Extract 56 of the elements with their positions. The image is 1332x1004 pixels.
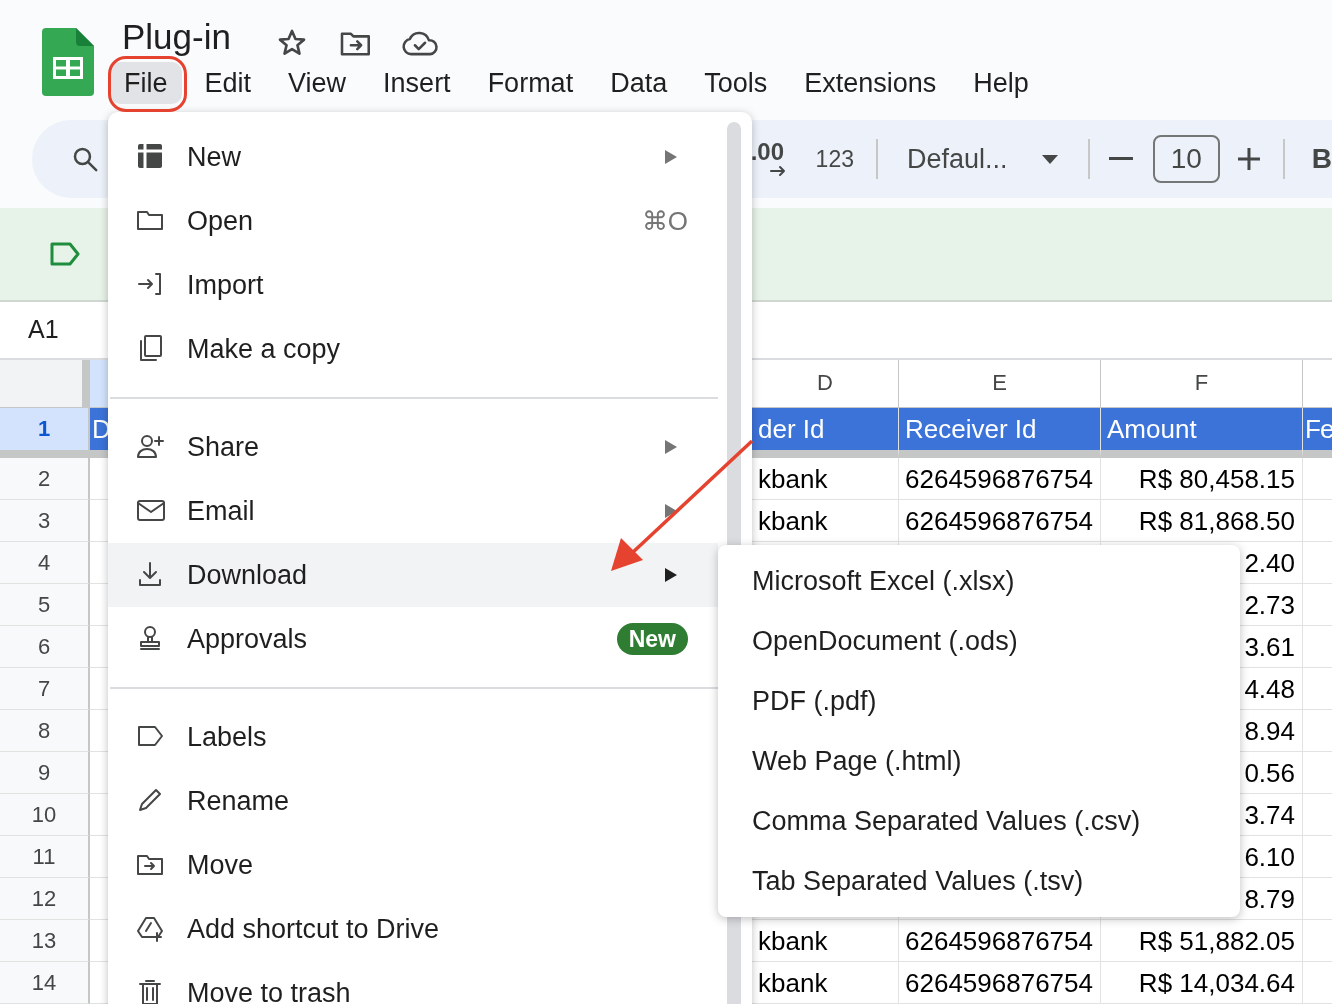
header-cell: Receiver Id [899,408,1101,458]
table-cell: 6264596876754 [899,458,1101,500]
spreadsheet-logo-icon [42,28,94,96]
row-number[interactable]: 3 [0,500,90,542]
row-number[interactable]: 10 [0,794,90,836]
table-cell: R$ 51,882.05 [1101,920,1303,962]
number-format-button[interactable]: 123 [815,141,854,177]
header-cell: Amount [1101,408,1303,458]
bold-button[interactable]: B [1311,138,1332,180]
document-title[interactable]: Plug-in [122,17,231,57]
row-number[interactable]: 7 [0,668,90,710]
header-cell: Fe [1303,408,1332,458]
row-number[interactable]: 1 [0,408,90,458]
cloud-check-icon[interactable] [401,30,439,58]
row-number[interactable]: 4 [0,542,90,584]
table-cell: 6264596876754 [899,962,1101,1004]
row-number[interactable]: 8 [0,710,90,752]
arrow-icon [768,165,787,177]
table-cell: R$ 80,458.15 [1101,458,1303,500]
menu-bar-item[interactable]: Insert [369,62,465,104]
folder-arrow-icon[interactable] [339,30,373,58]
header-cell: der Id [752,408,899,458]
menu-bar-item[interactable]: Data [596,62,682,104]
increase-decimal-button[interactable]: .00 [750,137,791,181]
table-cell: 6264596876754 [899,500,1101,542]
plus-icon[interactable] [1236,147,1261,171]
row-number[interactable]: 6 [0,626,90,668]
corner-cell[interactable] [0,360,90,408]
menu-bar-item[interactable]: Tools [690,62,782,104]
menu-bar-item[interactable]: Format [473,62,588,104]
menu-bar-item[interactable]: Edit [190,62,266,104]
caret-icon [1040,153,1060,165]
table-cell: 6264596876754 [899,920,1101,962]
new-badge: New [616,623,688,655]
name-box[interactable]: A1 [28,311,59,349]
row-number[interactable]: 9 [0,752,90,794]
table-cell: R$ 81,868.50 [1101,500,1303,542]
menu-bar-item[interactable]: View [274,62,361,104]
row-number[interactable]: 11 [0,836,90,878]
row-number[interactable]: 14 [0,962,90,1004]
font-size-field[interactable]: 10 [1152,135,1220,183]
row-number[interactable]: 5 [0,584,90,626]
menu-bar-item[interactable]: Help [959,62,1043,104]
menu-bar-item[interactable]: File [110,62,182,104]
row-number[interactable]: 13 [0,920,90,962]
row-number[interactable]: 12 [0,878,90,920]
minus-icon[interactable] [1109,157,1133,161]
font-dropdown[interactable]: Defaul... [907,138,1060,180]
drive-add-icon [136,914,166,944]
menu-bar-item[interactable]: Extensions [790,62,951,104]
menu-item[interactable]: Download [108,543,718,607]
table-cell: R$ 14,034.64 [1101,962,1303,1004]
decimal-label: .00 [750,139,785,165]
label-icon[interactable] [49,241,81,267]
row-number[interactable]: 2 [0,458,90,500]
shortcut-label: ⌘O [641,204,688,238]
